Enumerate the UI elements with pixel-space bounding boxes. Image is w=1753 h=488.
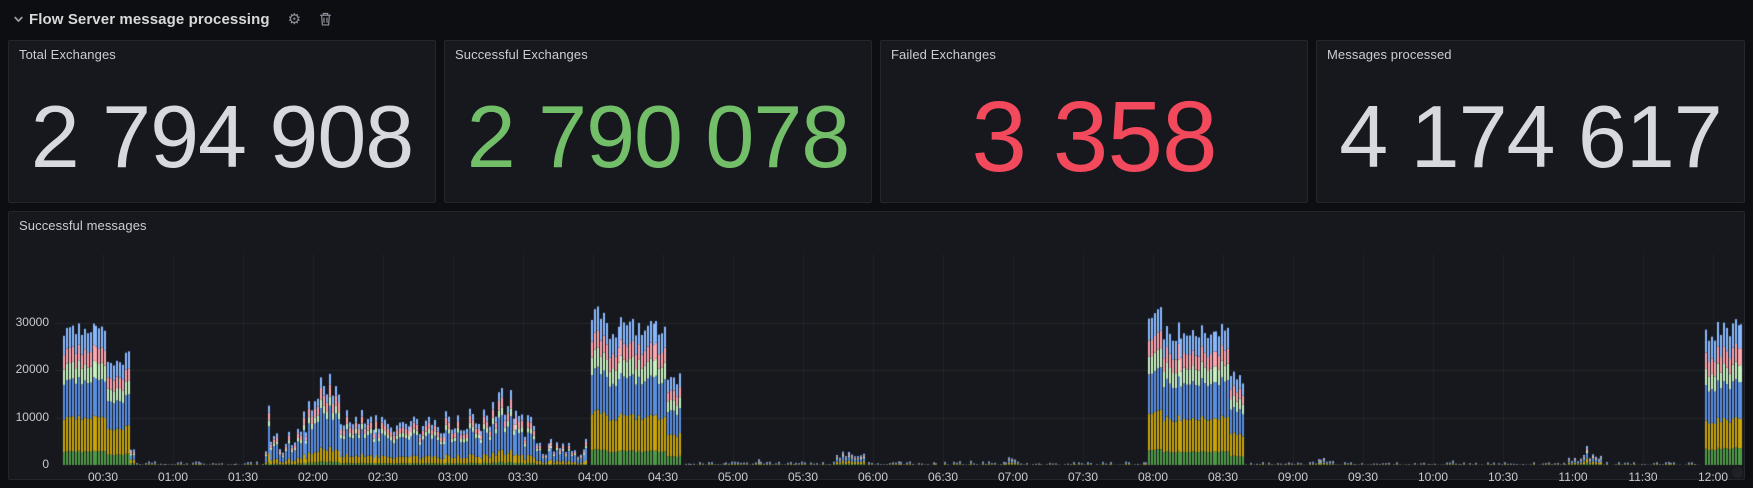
trash-icon[interactable] [319,12,332,26]
chevron-down-icon[interactable] [13,14,24,25]
stat-panel-messages-processed: Messages processed 4 174 617 [1316,40,1745,203]
x-axis-tick: 08:00 [1137,470,1169,484]
stat-value: 2 794 908 [30,86,415,186]
stat-panel-failed-exchanges: Failed Exchanges 3 358 [880,40,1308,203]
x-axis-tick: 09:00 [1277,470,1309,484]
panel-title[interactable]: Failed Exchanges [891,47,996,62]
x-axis-tick: 07:30 [1067,470,1099,484]
panel-resize-handle[interactable] [1732,467,1743,478]
x-axis-tick: 05:00 [717,470,749,484]
successful-messages-chart[interactable] [9,212,1746,481]
gear-icon[interactable]: ⚙ [288,12,301,27]
y-axis-tick: 30000 [15,314,49,329]
x-axis-tick: 05:30 [787,470,819,484]
stat-panel-successful-exchanges: Successful Exchanges 2 790 078 [444,40,872,203]
x-axis-tick: 12:00 [1697,470,1729,484]
panel-title[interactable]: Total Exchanges [19,47,116,62]
x-axis-tick: 07:00 [997,470,1029,484]
x-axis-tick: 02:30 [367,470,399,484]
y-axis-tick: 0 [42,457,49,471]
x-axis-tick: 06:30 [927,470,959,484]
x-axis-tick: 10:00 [1417,470,1449,484]
successful-messages-panel: Successful messages 0100002000030000 00:… [8,211,1746,484]
panel-title[interactable]: Messages processed [1327,47,1452,62]
x-axis-tick: 08:30 [1207,470,1239,484]
y-axis-tick: 10000 [15,409,49,424]
x-axis-tick: 06:00 [857,470,889,484]
x-axis-tick: 01:00 [157,470,189,484]
row-title[interactable]: Flow Server message processing [29,11,270,28]
y-axis-tick: 20000 [15,362,49,376]
x-axis-tick: 02:00 [297,470,329,484]
x-axis-tick: 11:30 [1628,470,1658,484]
stat-value: 3 358 [971,80,1217,193]
stat-value: 2 790 078 [466,86,851,186]
row-actions: ⚙ [288,12,332,27]
x-axis-tick: 04:30 [647,470,679,484]
x-axis-tick: 00:30 [87,470,119,484]
x-axis-tick: 04:00 [577,470,609,484]
panel-title[interactable]: Successful Exchanges [455,47,588,62]
x-axis-tick: 09:30 [1347,470,1379,484]
x-axis-tick: 03:00 [437,470,469,484]
stat-value: 4 174 617 [1339,86,1723,186]
stat-panel-total-exchanges: Total Exchanges 2 794 908 [8,40,436,203]
x-axis-tick: 03:30 [507,470,539,484]
dashboard-row-header: Flow Server message processing ⚙ [0,0,1753,38]
x-axis-tick: 01:30 [227,470,259,484]
x-axis-tick: 11:00 [1558,470,1588,484]
x-axis-tick: 10:30 [1487,470,1519,484]
